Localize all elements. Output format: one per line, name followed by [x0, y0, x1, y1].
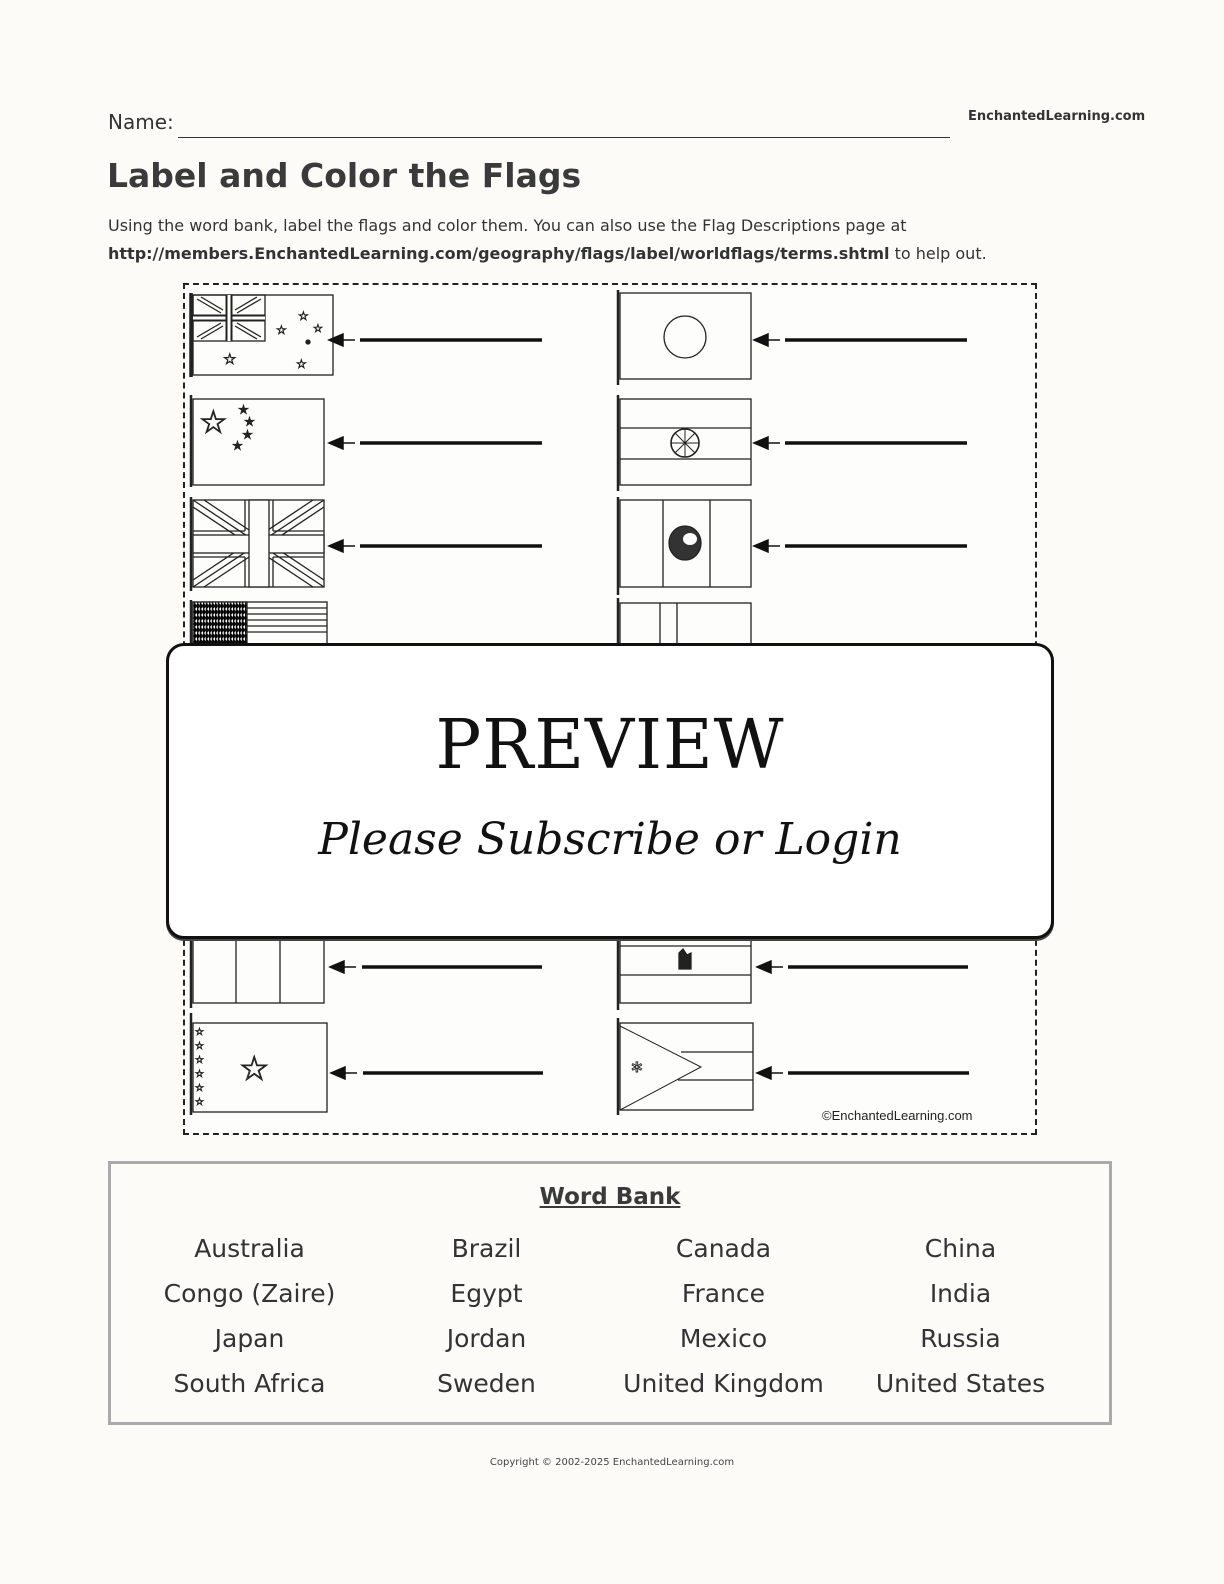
svg-text:☆: ☆ [195, 1097, 204, 1108]
united-states-flag [189, 600, 328, 648]
word-bank-item: Canada [675, 1234, 772, 1263]
svg-text:★: ★ [243, 430, 252, 441]
jordan-flag: ✲ [616, 1018, 754, 1115]
word-bank-item: United States [875, 1369, 1046, 1398]
page-title: Label and Color the Flags [107, 156, 582, 195]
japan-flag [616, 290, 752, 385]
svg-text:☆: ☆ [195, 1083, 204, 1094]
svg-text:☆: ☆ [199, 403, 228, 441]
word-bank-item: Russia [920, 1324, 1001, 1353]
congo-flag: ☆ ☆ ☆ ☆ ☆ ☆ ☆ [189, 1013, 328, 1115]
word-bank-item: France [681, 1279, 766, 1308]
worksheet-copyright: ©EnchantedLearning.com [822, 1108, 973, 1123]
australia-flag: ☆ ☆ ☆ ☆ ☆ [189, 293, 334, 377]
word-bank-item: Brazil [451, 1234, 522, 1263]
svg-text:★: ★ [245, 417, 254, 428]
instructions: Using the word bank, label the flags and… [108, 212, 1118, 268]
word-bank-grid: Australia Brazil Canada China Congo (Zai… [111, 1226, 1109, 1406]
word-bank-item: China [924, 1234, 997, 1263]
subscribe-login-prompt[interactable]: Please Subscribe or Login [169, 814, 1051, 865]
svg-text:☆: ☆ [223, 350, 236, 368]
svg-text:★: ★ [233, 441, 242, 452]
preview-title: PREVIEW [435, 706, 785, 785]
preview-overlay[interactable]: PREVIEW Please Subscribe or Login [166, 643, 1054, 939]
word-bank-item: Sweden [437, 1369, 536, 1398]
india-flag [616, 395, 752, 491]
site-brand: EnchantedLearning.com [968, 109, 1146, 124]
instructions-suffix: to help out. [889, 244, 987, 263]
svg-text:✲: ✲ [631, 1060, 643, 1076]
word-bank-title: Word Bank [539, 1184, 681, 1210]
united-kingdom-flag [189, 497, 325, 591]
word-bank-item: South Africa [173, 1369, 326, 1398]
flag-descriptions-link[interactable]: http://members.EnchantedLearning.com/geo… [108, 244, 889, 263]
word-bank-item: Congo (Zaire) [163, 1279, 336, 1308]
svg-text:☆: ☆ [298, 309, 309, 323]
word-bank-item: Japan [214, 1324, 285, 1353]
china-flag: ☆ ★ ★ ★ ★ [189, 395, 325, 487]
svg-text:☆: ☆ [313, 322, 323, 335]
svg-text:☆: ☆ [239, 1049, 269, 1089]
instructions-text: Using the word bank, label the flags and… [108, 216, 907, 235]
word-bank-item: Egypt [450, 1279, 523, 1308]
name-row: Name: [108, 110, 174, 134]
word-bank-item: United Kingdom [623, 1369, 824, 1398]
svg-text:★: ★ [239, 405, 248, 416]
word-bank-item: Mexico [679, 1324, 768, 1353]
svg-text:☆: ☆ [195, 1041, 204, 1052]
svg-text:☆: ☆ [296, 357, 307, 371]
footer-copyright: Copyright © 2002-2025 EnchantedLearning.… [489, 1457, 735, 1468]
word-bank-item: Australia [194, 1234, 305, 1263]
svg-text:☆: ☆ [195, 1055, 204, 1066]
mexico-flag [616, 497, 752, 595]
name-input-line[interactable] [178, 137, 950, 138]
word-bank: Word Bank Australia Brazil Canada China … [108, 1161, 1112, 1425]
svg-text:☆: ☆ [276, 323, 287, 337]
word-bank-item: Jordan [446, 1324, 527, 1353]
word-bank-item: India [929, 1279, 992, 1308]
name-label: Name: [108, 110, 174, 134]
sweden-flag [616, 598, 752, 648]
svg-text:☆: ☆ [195, 1069, 204, 1080]
svg-text:☆: ☆ [195, 1027, 204, 1038]
